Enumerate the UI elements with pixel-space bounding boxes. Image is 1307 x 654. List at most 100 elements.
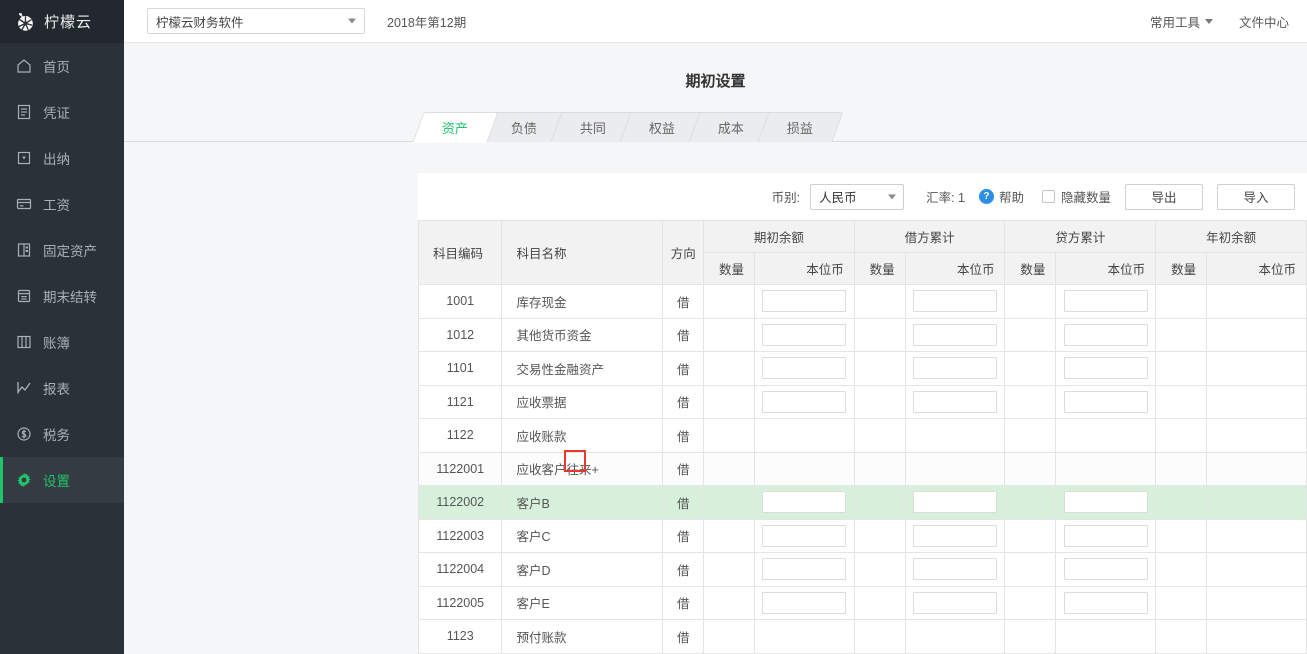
cell-credit-total-local-currency[interactable] (1055, 485, 1157, 520)
table-row[interactable]: 1122004 客户D 借 (418, 552, 1307, 587)
credit-total-amount-input[interactable] (1063, 390, 1148, 413)
cell-debit-total-local-currency[interactable] (904, 585, 1006, 620)
cell-credit-total-local-currency[interactable] (1055, 518, 1157, 553)
file-center-link[interactable]: 文件中心 (1239, 12, 1289, 31)
common-tools-menu[interactable]: 常用工具 (1150, 12, 1213, 31)
help-link[interactable]: ? 帮助 (978, 187, 1024, 206)
cell-direction: 借 (662, 418, 705, 453)
opening-balance-amount-input[interactable] (762, 357, 847, 380)
report-icon (16, 380, 32, 396)
sidebar-item-report[interactable]: 报表 (0, 365, 124, 411)
cell-debit-total-local-currency[interactable] (904, 284, 1006, 319)
cell-debit-total-local-currency[interactable] (904, 317, 1006, 352)
sidebar-item-tax[interactable]: 税务 (0, 411, 124, 457)
opening-balance-amount-input[interactable] (762, 491, 847, 514)
credit-total-amount-input[interactable] (1063, 491, 1148, 514)
debit-total-amount-input[interactable] (913, 323, 998, 346)
debit-total-amount-input[interactable] (913, 290, 998, 313)
cell-debit-total-local-currency[interactable] (904, 518, 1006, 553)
opening-balance-amount-input[interactable] (762, 558, 847, 581)
debit-total-amount-input[interactable] (913, 491, 998, 514)
table-row[interactable]: 1122003 客户C 借 (418, 518, 1307, 553)
cell-debit-total-local-currency[interactable] (904, 384, 1006, 419)
table-row[interactable]: 1123 预付账款借 (418, 619, 1307, 654)
cell-account-code: 1121 (418, 384, 503, 419)
cell-opening-balance-local-currency[interactable] (753, 485, 855, 520)
table-row[interactable]: 1122005 客户E 借 (418, 585, 1307, 620)
export-button[interactable]: 导出 (1125, 183, 1203, 210)
col-group-year-begin-balance: 年初余额 (1155, 220, 1307, 253)
sidebar-item-carryover[interactable]: 期末结转 (0, 273, 124, 319)
table-row[interactable]: 1101 交易性金融资产借 (418, 351, 1307, 386)
cell-debit-total-local-currency[interactable] (904, 552, 1006, 587)
sidebar-item-settings[interactable]: 设置 (0, 457, 124, 503)
sidebar-item-payroll[interactable]: 工资 (0, 181, 124, 227)
initial-balance-panel: 币别: 人民币 汇率: 1 ? 帮助 隐藏数量 导出 导入 科目编码 科目名称 … (418, 173, 1307, 654)
tab-assets[interactable]: 资产 (412, 112, 499, 142)
cell-debit-total-qty (853, 518, 906, 553)
cell-opening-balance-local-currency[interactable] (753, 518, 855, 553)
table-row[interactable]: 1121 应收票据借 (418, 384, 1307, 419)
sidebar-item-cashier[interactable]: 出纳 (0, 135, 124, 181)
cell-opening-balance-local-currency[interactable] (753, 284, 855, 319)
cell-debit-total-local-currency[interactable] (904, 351, 1006, 386)
table-row[interactable]: 1122 应收账款借 (418, 418, 1307, 453)
file-center-label: 文件中心 (1238, 15, 1289, 30)
opening-balance-amount-input[interactable] (762, 390, 847, 413)
hide-quantity-checkbox[interactable]: 隐藏数量 (1041, 187, 1111, 206)
table-row[interactable]: 1001 库存现金借 (418, 284, 1307, 319)
cell-credit-total-local-currency[interactable] (1055, 552, 1157, 587)
sidebar-item-voucher[interactable]: 凭证 (0, 89, 124, 135)
tax-icon (16, 426, 32, 442)
sidebar-item-label: 凭证 (43, 106, 70, 121)
brand-logo[interactable]: 柠檬云 (0, 0, 124, 43)
sidebar-item-home[interactable]: 首页 (0, 43, 124, 89)
credit-total-amount-input[interactable] (1063, 524, 1148, 547)
help-label: 帮助 (998, 191, 1024, 205)
cell-opening-balance-local-currency[interactable] (753, 351, 855, 386)
opening-balance-amount-input[interactable] (762, 524, 847, 547)
cell-opening-balance-local-currency[interactable] (753, 384, 855, 419)
cell-debit-total-qty (853, 418, 906, 453)
cell-year-begin-balance-qty (1155, 418, 1208, 453)
cell-debit-total-local-currency (904, 451, 1006, 486)
cell-year-begin-balance-qty (1155, 619, 1208, 654)
account-book-select[interactable]: 柠檬云财务软件 (147, 8, 365, 34)
debit-total-amount-input[interactable] (913, 524, 998, 547)
sidebar-item-fixed-assets[interactable]: 固定资产 (0, 227, 124, 273)
credit-total-amount-input[interactable] (1063, 323, 1148, 346)
opening-balance-amount-input[interactable] (762, 290, 847, 313)
opening-balance-amount-input[interactable] (762, 591, 847, 614)
cell-account-name: 应收账款 (501, 418, 664, 453)
sidebar-item-ledger[interactable]: 账簿 (0, 319, 124, 365)
cell-credit-total-local-currency[interactable] (1055, 284, 1157, 319)
cell-opening-balance-local-currency[interactable] (753, 317, 855, 352)
table-body: 1001 库存现金借 1012 其他货币资金借 1101 交易性金融资产借 1121 应收票据… (418, 284, 1307, 654)
import-button[interactable]: 导入 (1217, 183, 1295, 210)
cell-opening-balance-qty (703, 384, 755, 419)
debit-total-amount-input[interactable] (913, 558, 998, 581)
opening-balance-amount-input[interactable] (762, 323, 847, 346)
table-row[interactable]: 1122001 应收客户往来+ 借 (418, 449, 1307, 486)
debit-total-amount-input[interactable] (913, 390, 998, 413)
debit-total-amount-input[interactable] (913, 591, 998, 614)
cell-opening-balance-local-currency[interactable] (753, 552, 855, 587)
tab-profit-loss[interactable]: 损益 (757, 112, 844, 142)
tab-label: 权益 (649, 121, 676, 136)
cell-year-begin-balance-qty (1155, 451, 1208, 486)
cell-credit-total-local-currency[interactable] (1055, 384, 1157, 419)
cell-opening-balance-local-currency[interactable] (753, 585, 855, 620)
cell-credit-total-local-currency[interactable] (1055, 317, 1157, 352)
table-row[interactable]: 1012 其他货币资金借 (418, 317, 1307, 352)
credit-total-amount-input[interactable] (1063, 591, 1148, 614)
credit-total-amount-input[interactable] (1063, 558, 1148, 581)
currency-select[interactable]: 人民币 (810, 183, 905, 210)
table-row[interactable]: 1122002 客户B 借 (418, 485, 1307, 520)
cell-debit-total-local-currency[interactable] (904, 485, 1006, 520)
cell-credit-total-local-currency[interactable] (1055, 351, 1157, 386)
credit-total-amount-input[interactable] (1063, 290, 1148, 313)
cell-credit-total-local-currency[interactable] (1055, 585, 1157, 620)
cell-direction: 借 (662, 585, 705, 620)
credit-total-amount-input[interactable] (1063, 357, 1148, 380)
debit-total-amount-input[interactable] (913, 357, 998, 380)
